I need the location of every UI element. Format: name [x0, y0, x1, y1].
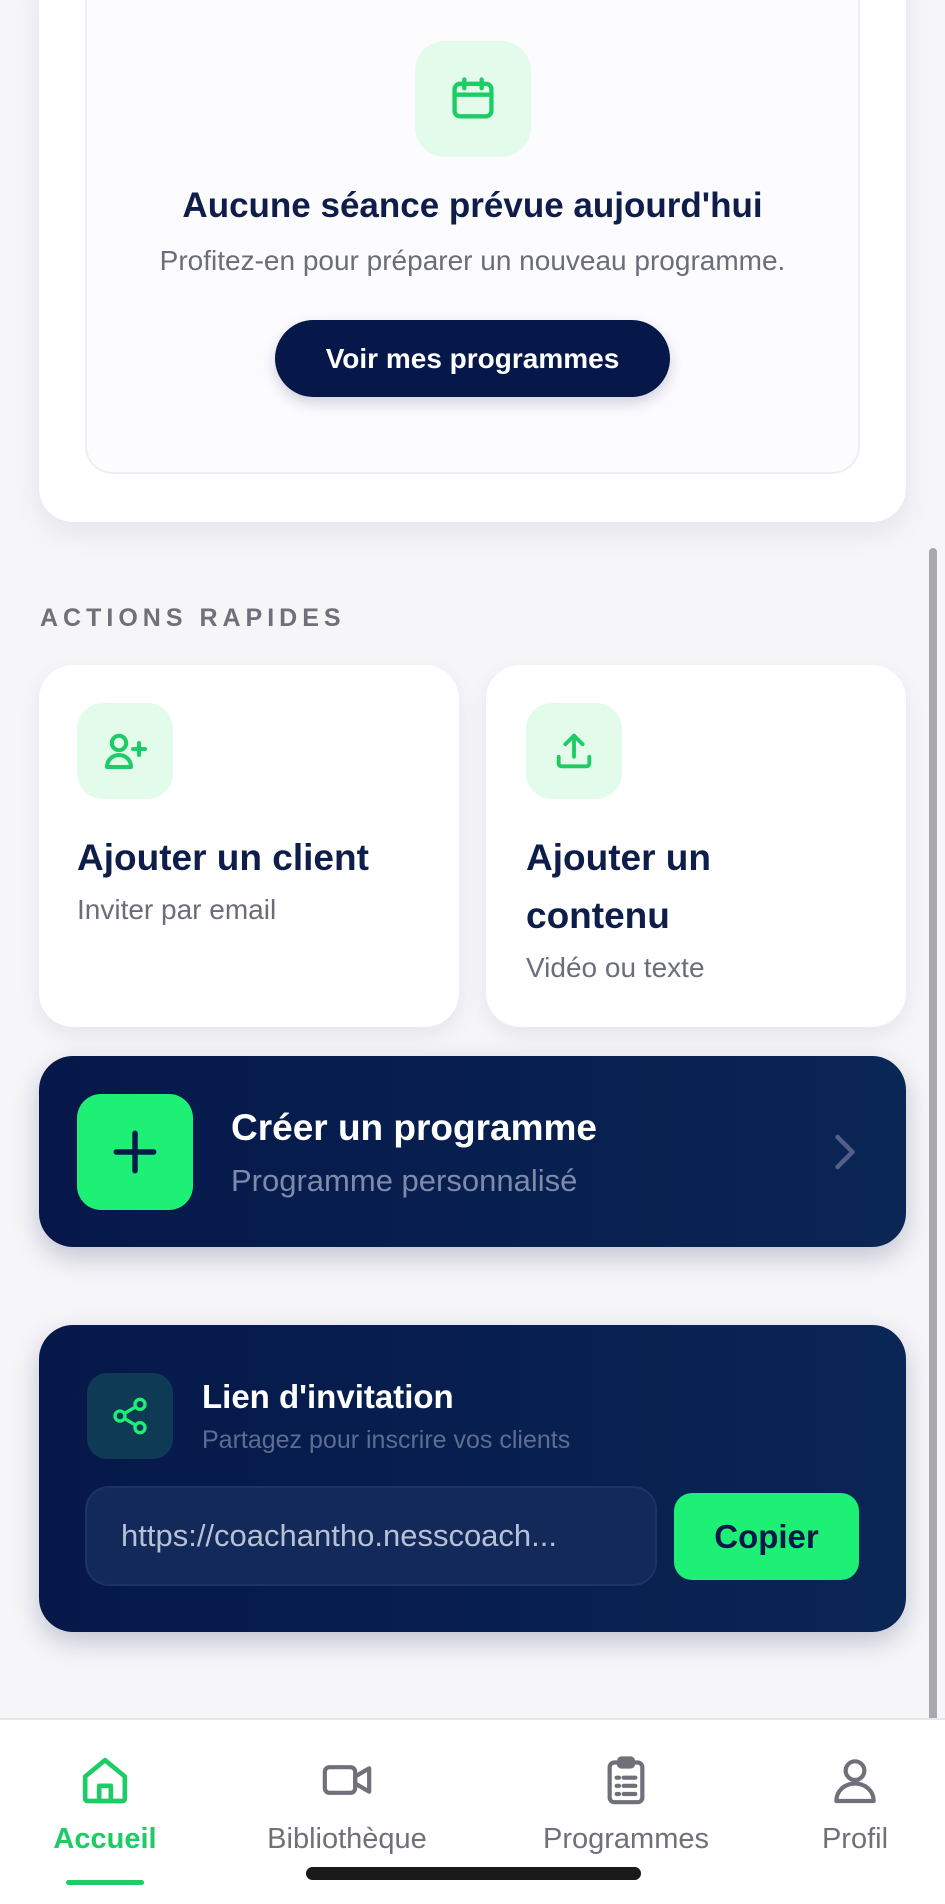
nav-label-programmes: Programmes: [543, 1823, 709, 1855]
nav-label-bibliotheque: Bibliothèque: [267, 1823, 427, 1855]
add-content-title-line1: Ajouter un: [526, 837, 711, 878]
create-program-title: Créer un programme: [231, 1107, 597, 1148]
upload-icon: [526, 703, 622, 799]
add-content-card[interactable]: Ajouter un contenu Vidéo ou texte: [486, 665, 906, 1027]
add-client-title: Ajouter un client: [77, 837, 369, 878]
add-content-subtitle: Vidéo ou texte: [526, 952, 705, 983]
calendar-icon: [415, 41, 531, 157]
empty-state-subtitle: Profitez-en pour préparer un nouveau pro…: [159, 245, 786, 276]
invite-subtitle: Partagez pour inscrire vos clients: [202, 1426, 571, 1454]
video-icon: [319, 1752, 375, 1813]
nav-label-accueil: Accueil: [53, 1823, 157, 1855]
nav-item-accueil[interactable]: Accueil: [42, 1752, 168, 1856]
chevron-right-icon: [830, 1132, 860, 1177]
user-icon: [827, 1752, 883, 1813]
home-icon: [77, 1752, 133, 1813]
nav-item-bibliotheque[interactable]: Bibliothèque: [255, 1752, 439, 1856]
create-program-subtitle: Programme personnalisé: [231, 1163, 578, 1198]
user-plus-icon: [77, 703, 173, 799]
home-indicator: [306, 1867, 641, 1880]
active-tab-indicator: [66, 1880, 144, 1885]
scrollbar[interactable]: [929, 548, 937, 1878]
nav-label-profil: Profil: [821, 1823, 889, 1855]
invite-link-field[interactable]: https://coachantho.nesscoach...: [85, 1486, 657, 1586]
section-title-quick-actions: ACTIONS RAPIDES: [40, 604, 346, 632]
copy-link-button[interactable]: Copier: [674, 1493, 859, 1580]
nav-item-profil[interactable]: Profil: [810, 1752, 900, 1856]
add-client-card[interactable]: Ajouter un client Inviter par email: [39, 665, 459, 1027]
view-programs-button[interactable]: Voir mes programmes: [275, 320, 670, 397]
add-content-title-line2: contenu: [526, 895, 670, 936]
invite-title: Lien d'invitation: [202, 1378, 454, 1415]
share-icon: [87, 1373, 173, 1459]
nav-item-programmes[interactable]: Programmes: [533, 1752, 719, 1856]
add-client-subtitle: Inviter par email: [77, 894, 277, 925]
plus-icon: [77, 1094, 193, 1210]
clipboard-icon: [598, 1752, 654, 1813]
empty-state-title: Aucune séance prévue aujourd'hui: [182, 186, 763, 225]
